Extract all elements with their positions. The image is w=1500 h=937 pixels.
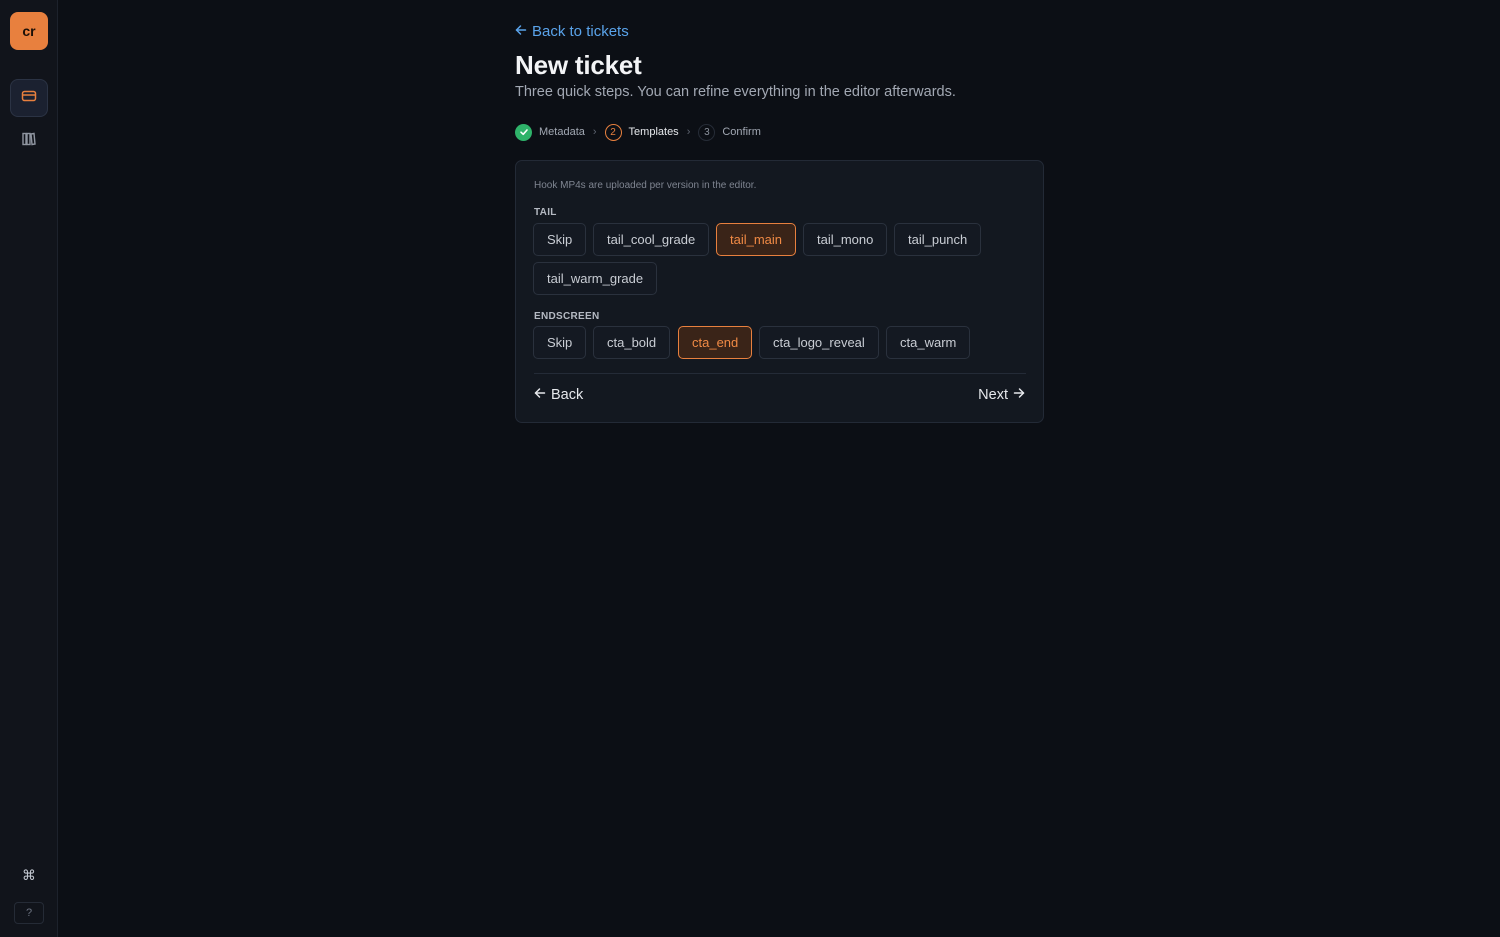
step-number: 2 xyxy=(604,123,622,141)
sidebar-item-library[interactable] xyxy=(10,122,48,160)
templates-card: Hook MP4s are uploaded per version in th… xyxy=(515,160,1044,423)
step-label: Metadata xyxy=(539,126,585,138)
arrow-left-icon xyxy=(534,387,546,403)
page-title: New ticket xyxy=(515,50,642,80)
check-icon xyxy=(515,123,532,141)
tail-option-tail-main[interactable]: tail_main xyxy=(716,223,797,256)
stepper: Metadata › 2 Templates › 3 Confirm xyxy=(515,122,761,142)
tail-option-tail-warm-grade[interactable]: tail_warm_grade xyxy=(533,262,658,295)
app-logo[interactable]: cr xyxy=(10,12,48,50)
next-button-label: Next xyxy=(978,387,1008,403)
command-icon: ⌘ xyxy=(22,866,36,883)
library-icon xyxy=(21,131,37,152)
step-number: 3 xyxy=(698,123,716,141)
chevron-right-icon: › xyxy=(592,126,597,138)
back-to-tickets-link[interactable]: Back to tickets xyxy=(515,21,629,41)
endscreen-option-skip[interactable]: Skip xyxy=(533,326,587,359)
tail-option-tail-cool-grade[interactable]: tail_cool_grade xyxy=(593,223,710,256)
page-subtitle: Three quick steps. You can refine everyt… xyxy=(515,84,956,100)
sidebar: cr ⌘ ? xyxy=(0,0,58,937)
endscreen-option-cta-logo-reveal[interactable]: cta_logo_reveal xyxy=(759,326,879,359)
step-confirm[interactable]: 3 Confirm xyxy=(698,123,761,141)
arrow-left-icon xyxy=(515,23,527,40)
step-label: Templates xyxy=(628,126,679,138)
back-button-label: Back xyxy=(551,387,584,403)
next-button[interactable]: Next xyxy=(978,385,1025,405)
endscreen-option-cta-warm[interactable]: cta_warm xyxy=(886,326,971,359)
endscreen-option-cta-bold[interactable]: cta_bold xyxy=(593,326,671,359)
step-templates[interactable]: 2 Templates xyxy=(604,123,679,141)
tail-option-tail-punch[interactable]: tail_punch xyxy=(894,223,982,256)
card-divider xyxy=(534,373,1026,374)
endscreen-section-label: ENDSCREEN xyxy=(534,311,600,322)
tail-option-skip[interactable]: Skip xyxy=(533,223,587,256)
arrow-right-icon xyxy=(1013,387,1025,403)
step-label: Confirm xyxy=(722,126,761,138)
chevron-right-icon: › xyxy=(686,126,691,138)
back-to-tickets-label: Back to tickets xyxy=(532,22,629,40)
sidebar-item-tickets[interactable] xyxy=(10,79,48,117)
tail-option-tail-mono[interactable]: tail_mono xyxy=(803,223,888,256)
endscreen-option-cta-end[interactable]: cta_end xyxy=(678,326,753,359)
command-palette-button[interactable]: ⌘ xyxy=(14,864,44,886)
back-button[interactable]: Back xyxy=(534,385,583,405)
help-button[interactable]: ? xyxy=(14,902,44,924)
ticket-icon xyxy=(21,88,37,109)
tail-section-label: TAIL xyxy=(534,207,557,218)
step-metadata[interactable]: Metadata xyxy=(515,123,585,141)
upload-hint: Hook MP4s are uploaded per version in th… xyxy=(534,180,757,191)
